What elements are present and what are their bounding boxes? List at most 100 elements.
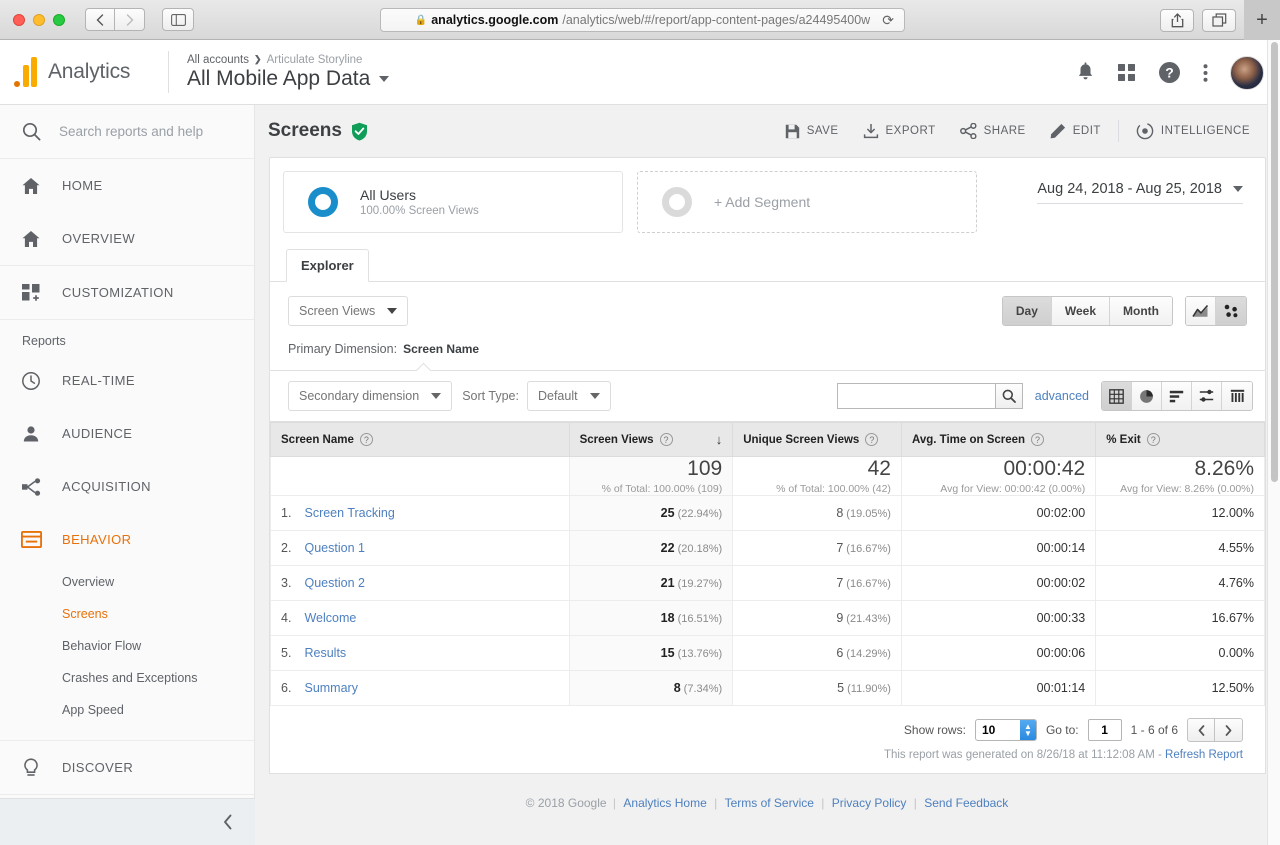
table-row: 5. Results 15(13.76%) 6(14.29%) 00:00:06… (271, 636, 1265, 671)
row-screen-link[interactable]: Screen Tracking (304, 506, 394, 520)
page-scrollbar[interactable] (1267, 40, 1280, 845)
row-screen-link[interactable]: Results (304, 646, 346, 660)
secondary-dimension-dropdown[interactable]: Secondary dimension (288, 381, 452, 411)
analytics-wordmark: Analytics (48, 60, 130, 84)
sidebar-item-discover[interactable]: DISCOVER (0, 741, 254, 794)
more-options-button[interactable] (1203, 63, 1208, 83)
col-screen-name[interactable]: Screen Name ? (271, 423, 570, 457)
sidebar-item-acquisition[interactable]: ACQUISITION (0, 460, 254, 513)
sidebar-subitem-screens[interactable]: Screens (0, 598, 254, 630)
forward-button[interactable] (115, 8, 145, 31)
reload-icon[interactable]: ⟳ (882, 12, 894, 29)
row-screen-link[interactable]: Question 2 (304, 576, 364, 590)
scrollbar-thumb[interactable] (1271, 42, 1278, 482)
help-button[interactable]: ? (1158, 61, 1181, 84)
new-tab-button[interactable]: + (1244, 0, 1280, 40)
footer-link-analytics-home[interactable]: Analytics Home (623, 796, 706, 810)
analytics-logo[interactable]: Analytics (0, 40, 168, 104)
notifications-button[interactable] (1076, 62, 1095, 83)
segment-all-users[interactable]: All Users 100.00% Screen Views (283, 171, 623, 233)
row-rank: 1. (281, 506, 301, 520)
row-screen-link[interactable]: Summary (304, 681, 357, 695)
sidebar-item-real-time[interactable]: REAL-TIME (0, 354, 254, 407)
row-screen-link[interactable]: Welcome (304, 611, 356, 625)
property-selector[interactable]: All Mobile App Data (187, 67, 389, 91)
address-bar[interactable]: 🔒 analytics.google.com/analytics/web/#/r… (380, 8, 905, 32)
row-views-pct: (7.34%) (684, 683, 723, 695)
browser-sidebar-toggle-button[interactable] (162, 8, 194, 31)
edit-button[interactable]: EDIT (1038, 123, 1113, 139)
footer-link-send-feedback[interactable]: Send Feedback (924, 796, 1008, 810)
export-button-label: EXPORT (886, 125, 936, 137)
previous-page-button[interactable] (1187, 718, 1215, 742)
bar-view-button[interactable] (1162, 382, 1192, 410)
tabs-overview-button[interactable] (1202, 9, 1236, 32)
row-views-pct: (16.51%) (678, 613, 723, 625)
line-chart-button[interactable] (1186, 297, 1216, 325)
row-views-value: 18 (661, 611, 675, 625)
rows-per-page-select[interactable]: 10 (975, 719, 1037, 741)
minimize-window-button[interactable] (33, 14, 45, 26)
help-icon[interactable]: ? (660, 433, 673, 446)
help-icon[interactable]: ? (1147, 433, 1160, 446)
row-screen-link[interactable]: Question 1 (304, 541, 364, 555)
sidebar-item-behavior[interactable]: BEHAVIOR (0, 513, 254, 566)
export-button[interactable]: EXPORT (851, 123, 948, 139)
sidebar-item-customization[interactable]: CUSTOMIZATION (0, 266, 254, 319)
sidebar-item-overview[interactable]: OVERVIEW (0, 212, 254, 265)
save-button[interactable]: SAVE (773, 124, 851, 139)
back-button[interactable] (85, 8, 115, 31)
goto-page-input[interactable] (1088, 719, 1122, 741)
col-unique-screen-views[interactable]: Unique Screen Views ? (733, 423, 902, 457)
sidebar-subitem-overview[interactable]: Overview (0, 566, 254, 598)
pie-view-button[interactable] (1132, 382, 1162, 410)
sidebar-collapse-button[interactable] (0, 798, 255, 845)
date-range-picker[interactable]: Aug 24, 2018 - Aug 25, 2018 (1037, 181, 1243, 204)
footer-link-privacy-policy[interactable]: Privacy Policy (832, 796, 907, 810)
user-avatar[interactable] (1230, 56, 1264, 90)
advanced-filter-link[interactable]: advanced (1035, 389, 1089, 403)
next-page-button[interactable] (1215, 718, 1243, 742)
add-segment-button[interactable]: + Add Segment (637, 171, 977, 233)
col-percent-exit[interactable]: % Exit ? (1096, 423, 1265, 457)
row-rank: 6. (281, 681, 301, 695)
primary-dimension-value[interactable]: Screen Name (403, 342, 479, 356)
pivot-view-button[interactable] (1222, 382, 1252, 410)
sidebar-subitem-behavior-flow[interactable]: Behavior Flow (0, 630, 254, 662)
sidebar-item-label: OVERVIEW (62, 231, 135, 246)
breadcrumb-account[interactable]: All accounts (187, 54, 249, 66)
col-screen-views[interactable]: Screen Views ? ↓ (569, 423, 733, 457)
sort-type-dropdown[interactable]: Default (527, 381, 611, 411)
table-search-button[interactable] (995, 383, 1023, 409)
granularity-day-button[interactable]: Day (1003, 297, 1052, 325)
performance-view-button[interactable] (1192, 382, 1222, 410)
maximize-window-button[interactable] (53, 14, 65, 26)
help-icon[interactable]: ? (865, 433, 878, 446)
granularity-month-button[interactable]: Month (1110, 297, 1172, 325)
apps-button[interactable] (1117, 63, 1136, 82)
footer-separator: | (714, 796, 717, 810)
col-avg-time-on-screen[interactable]: Avg. Time on Screen ? (901, 423, 1095, 457)
sidebar-search[interactable] (0, 105, 254, 159)
search-input[interactable] (59, 124, 234, 139)
tab-explorer[interactable]: Explorer (286, 249, 369, 282)
share-button[interactable] (1160, 9, 1194, 32)
sidebar-item-audience[interactable]: AUDIENCE (0, 407, 254, 460)
help-icon[interactable]: ? (360, 433, 373, 446)
secondary-dimension-label: Secondary dimension (299, 389, 419, 403)
granularity-week-button[interactable]: Week (1052, 297, 1110, 325)
intelligence-button[interactable]: INTELLIGENCE (1124, 122, 1262, 140)
sidebar-subitem-crashes-and-exceptions[interactable]: Crashes and Exceptions (0, 662, 254, 694)
close-window-button[interactable] (13, 14, 25, 26)
scatter-chart-button[interactable] (1216, 297, 1246, 325)
refresh-report-link[interactable]: Refresh Report (1165, 749, 1243, 761)
share-button[interactable]: SHARE (948, 123, 1038, 139)
metric-dropdown[interactable]: Screen Views (288, 296, 408, 326)
footer-link-terms-of-service[interactable]: Terms of Service (725, 796, 814, 810)
sidebar-subitem-app-speed[interactable]: App Speed (0, 694, 254, 726)
sidebar-item-home[interactable]: HOME (0, 159, 254, 212)
table-search-input[interactable] (837, 383, 995, 409)
table-view-button[interactable] (1102, 382, 1132, 410)
help-icon[interactable]: ? (1031, 433, 1044, 446)
breadcrumb-property[interactable]: Articulate Storyline (267, 54, 363, 66)
